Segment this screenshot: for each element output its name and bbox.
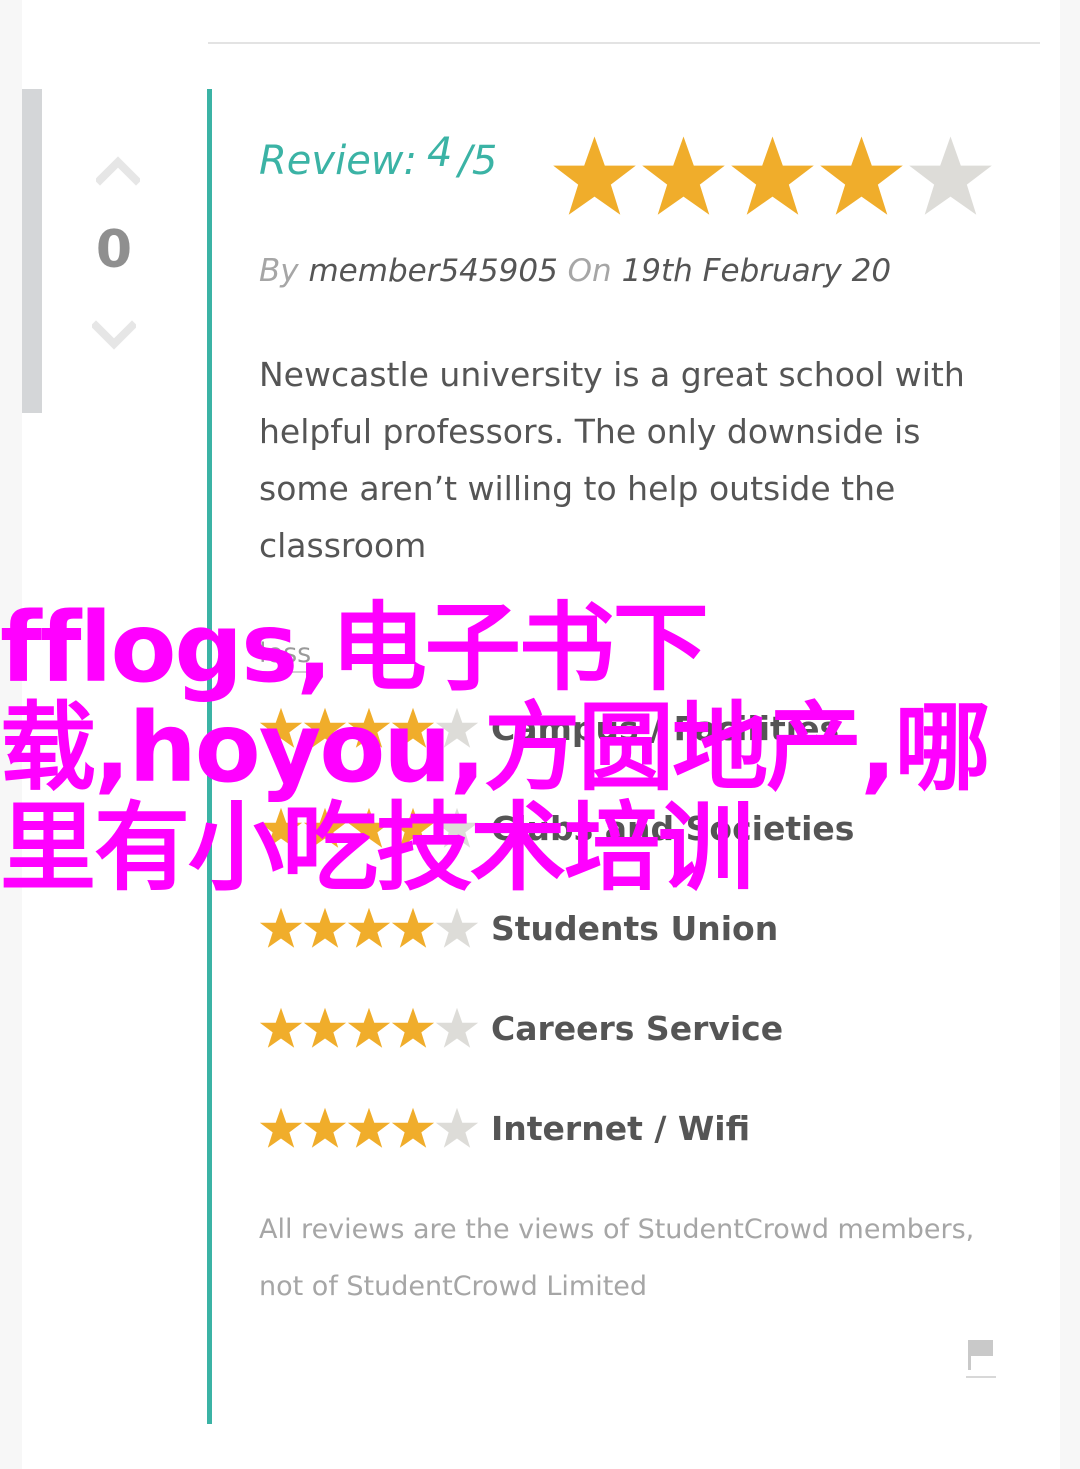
star-filled-icon xyxy=(391,1007,435,1048)
category-stars xyxy=(259,906,479,950)
category-label: Students Union xyxy=(491,908,779,948)
review-score: 4 xyxy=(427,130,453,176)
star-empty-icon xyxy=(435,1007,479,1048)
divider xyxy=(208,42,1040,44)
star-filled-icon xyxy=(820,136,903,215)
star-empty-icon xyxy=(435,907,479,948)
category-stars xyxy=(259,1106,479,1150)
star-filled-icon xyxy=(391,907,435,948)
star-filled-icon xyxy=(347,907,391,948)
overall-rating-stars xyxy=(550,133,995,219)
review-label: Review: xyxy=(259,138,417,184)
author-name[interactable]: member545905 xyxy=(308,253,557,289)
disclaimer: All reviews are the views of StudentCrow… xyxy=(259,1214,975,1302)
review-heading: Review: 4/5 xyxy=(259,130,498,184)
by-label: By xyxy=(259,253,299,289)
star-filled-icon xyxy=(731,136,814,215)
category-stars xyxy=(259,1006,479,1050)
review-out-of: /5 xyxy=(458,138,498,184)
star-filled-icon xyxy=(347,1007,391,1048)
star-empty-icon xyxy=(435,1107,479,1148)
review-date: 19th February 20 xyxy=(621,253,892,289)
vote-bar xyxy=(22,89,42,413)
flag-icon[interactable] xyxy=(966,1336,996,1378)
category-row: Careers Service xyxy=(259,1003,783,1053)
star-empty-icon xyxy=(909,136,992,215)
star-filled-icon xyxy=(347,1107,391,1148)
star-filled-icon xyxy=(259,907,303,948)
category-label: Careers Service xyxy=(491,1008,784,1048)
watermark-overlay: fflogs,电子书下载,hoyou,方圆地产,哪里有小吃技术培训 xyxy=(0,592,991,904)
star-filled-icon xyxy=(391,1107,435,1148)
vote-count: 0 xyxy=(95,220,133,280)
star-filled-icon xyxy=(303,1107,347,1148)
star-filled-icon xyxy=(642,136,725,215)
star-filled-icon xyxy=(553,136,636,215)
star-filled-icon xyxy=(303,907,347,948)
star-filled-icon xyxy=(259,1107,303,1148)
star-filled-icon xyxy=(259,1007,303,1048)
review-body: Newcastle university is a great school w… xyxy=(259,355,965,565)
category-row: Students Union xyxy=(259,903,778,953)
category-row: Internet / Wifi xyxy=(259,1103,750,1153)
byline: By member545905 On 19th February 20 xyxy=(259,253,891,289)
chevron-up-icon[interactable] xyxy=(96,152,140,188)
star-filled-icon xyxy=(303,1007,347,1048)
chevron-down-icon[interactable] xyxy=(92,318,136,354)
on-label: On xyxy=(567,253,612,289)
category-label: Internet / Wifi xyxy=(491,1108,751,1148)
